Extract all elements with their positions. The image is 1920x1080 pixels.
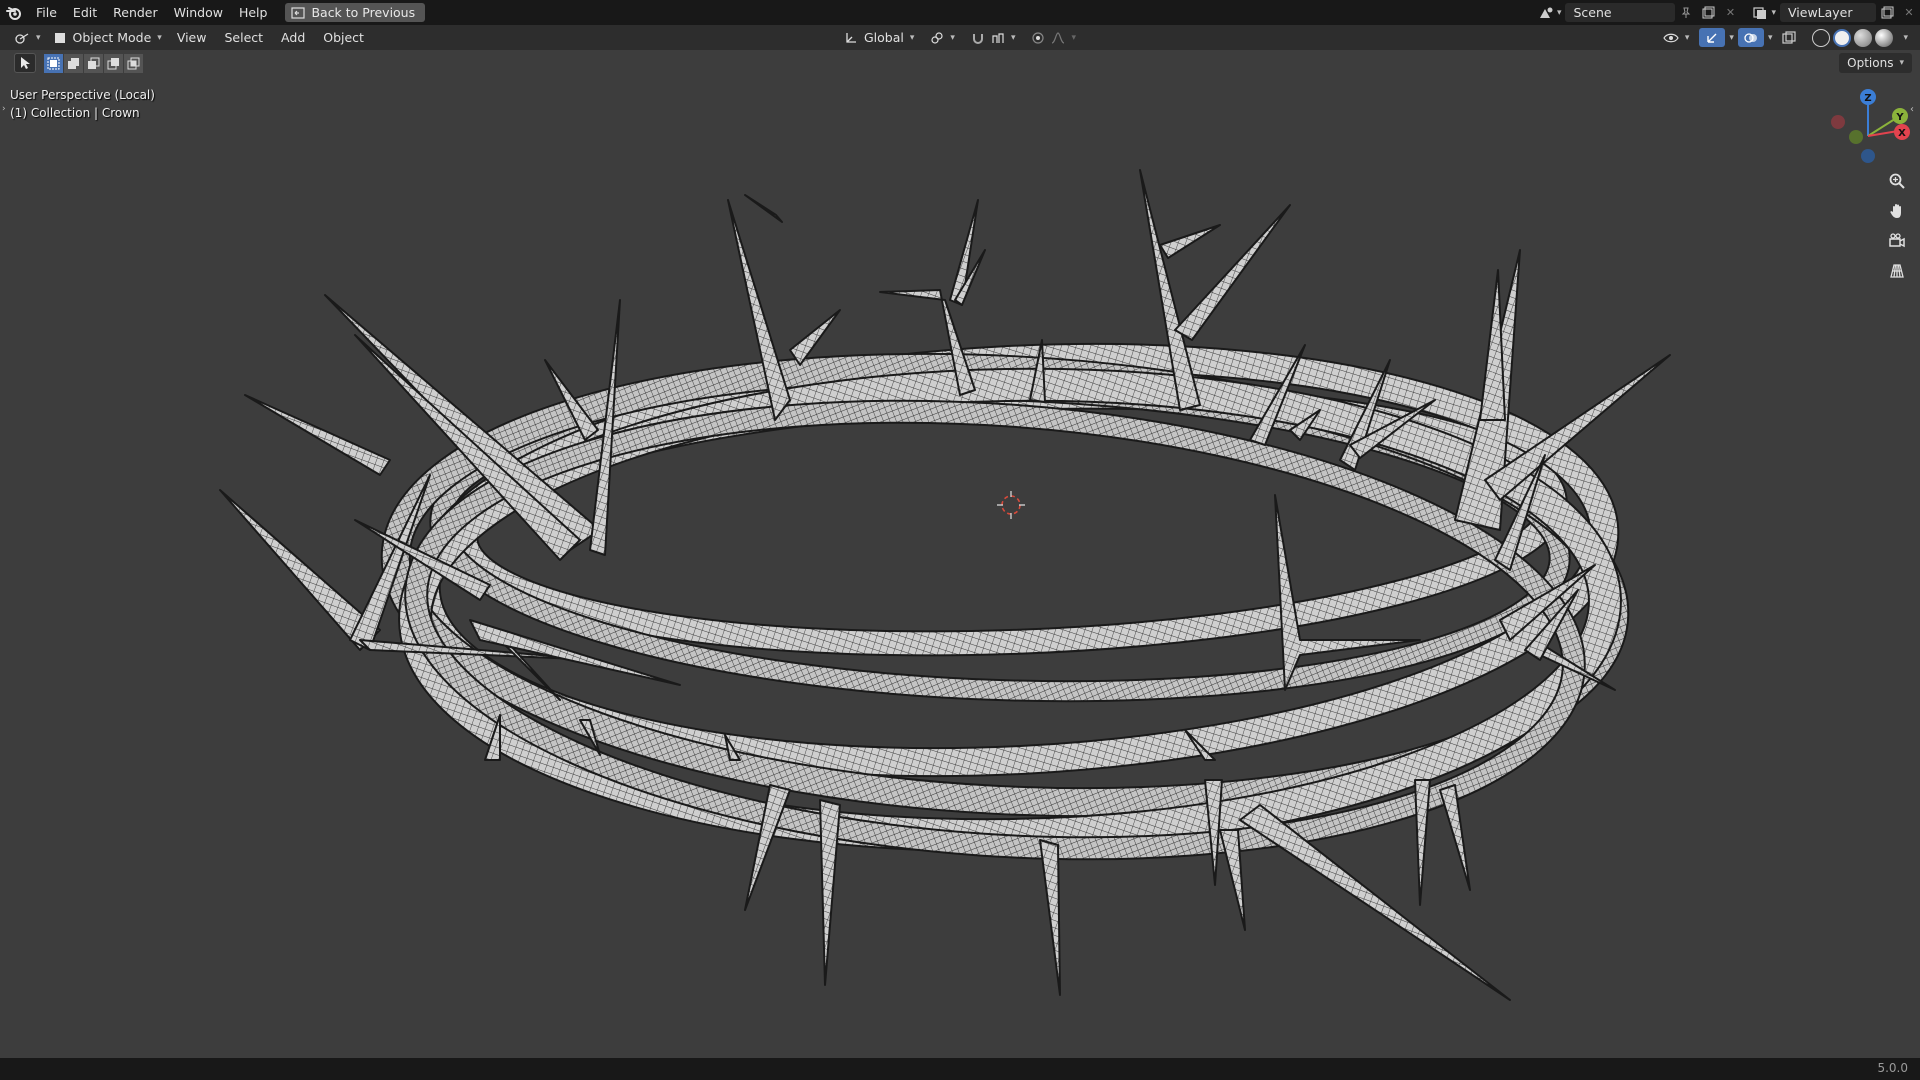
object-mode-icon (54, 32, 65, 43)
selection-mode-group (44, 53, 143, 73)
visibility-dropdown[interactable]: ▾ (1657, 28, 1696, 48)
falloff-curve-icon (1052, 31, 1065, 44)
shading-buttons (1806, 28, 1899, 48)
pivot-point-dropdown[interactable]: ▾ (924, 28, 961, 48)
orientation-axes-icon (846, 32, 856, 43)
wireframe-shading-icon[interactable] (1812, 28, 1831, 47)
delete-scene-icon[interactable]: ✕ (1719, 3, 1741, 22)
overlays-icon (1744, 32, 1757, 43)
pan-view-button[interactable] (1884, 198, 1910, 224)
transform-orientation-dropdown[interactable]: Global ▾ (838, 28, 920, 48)
new-scene-icon[interactable] (1697, 3, 1719, 22)
scene-dropdown-arrow[interactable]: ▾ (1557, 8, 1562, 18)
pivot-icon (931, 31, 944, 44)
select-invert-mode[interactable] (104, 53, 123, 73)
viewport-header: ▾ Object Mode ▾ View Select Add Object G… (0, 25, 1920, 50)
magnet-icon (972, 33, 983, 44)
3d-viewport-icon (15, 32, 29, 44)
version-label: 5.0.0 (1877, 1061, 1908, 1075)
select-new-mode[interactable] (44, 53, 63, 73)
crown-mesh-viewport[interactable] (0, 76, 1920, 1060)
rendered-shading-icon[interactable] (1875, 28, 1894, 47)
top-right-area: ▾ Scene ✕ ▾ ViewLayer ✕ (1535, 0, 1920, 25)
menu-edit[interactable]: Edit (65, 0, 105, 25)
options-dropdown[interactable]: Options ▾ (1839, 53, 1912, 73)
viewport-right-controls: ▾ ▾ ▾ ▾ (1657, 25, 1908, 50)
proportional-edit-toggle[interactable]: ▾ (1025, 28, 1082, 48)
back-to-previous-label: Back to Previous (311, 5, 416, 20)
zoom-magnifier-icon (1889, 173, 1905, 189)
xray-toggle[interactable] (1776, 28, 1802, 48)
new-viewlayer-icon[interactable] (1876, 3, 1898, 22)
top-menu-bar: File Edit Render Window Help Back to Pre… (0, 0, 1920, 25)
snap-toggle[interactable]: ▾ (965, 28, 1022, 48)
object-mode-dropdown[interactable]: Object Mode ▾ (47, 28, 168, 48)
viewport-menu-select[interactable]: Select (215, 30, 272, 45)
back-to-previous-button[interactable]: Back to Previous (285, 3, 426, 22)
gizmo-icon (1707, 33, 1717, 43)
menu-window[interactable]: Window (166, 0, 231, 25)
gizmo-toggle[interactable] (1699, 28, 1726, 47)
grid-perspective-icon (1890, 264, 1904, 278)
scene-name-label: Scene (1573, 5, 1612, 20)
select-intersect-mode[interactable] (124, 53, 143, 73)
options-label: Options (1847, 56, 1894, 70)
overlays-toggle[interactable] (1737, 28, 1764, 47)
navigation-gizmo[interactable]: Z Y X (1824, 86, 1914, 166)
solid-shading-icon[interactable] (1833, 28, 1852, 47)
blender-logo-icon[interactable] (0, 0, 28, 25)
editor-type-button[interactable]: ▾ (8, 28, 47, 48)
scene-type-icon[interactable] (1535, 3, 1557, 22)
menu-render[interactable]: Render (105, 0, 166, 25)
viewlayer-name-label: ViewLayer (1788, 5, 1853, 20)
camera-view-button[interactable] (1884, 228, 1910, 254)
select-extend-icon (68, 57, 79, 69)
hand-pan-icon (1890, 204, 1901, 218)
material-shading-icon[interactable] (1854, 28, 1873, 47)
axis-neg-x-icon[interactable] (1831, 115, 1845, 129)
menu-file[interactable]: File (28, 0, 65, 25)
cursor-arrow-icon (21, 57, 30, 69)
snap-increment-icon (992, 32, 1004, 43)
tool-settings-row: Options ▾ (0, 50, 1920, 76)
axis-neg-z-icon[interactable] (1861, 149, 1875, 163)
axis-y-label: Y (1895, 112, 1904, 123)
select-intersect-icon (127, 57, 140, 69)
viewport-menu-add[interactable]: Add (272, 30, 314, 45)
transform-controls: Global ▾ ▾ ▾ ▾ (838, 25, 1082, 50)
select-extend-mode[interactable] (64, 53, 83, 73)
xray-icon (1782, 30, 1797, 44)
camera-icon (1889, 233, 1905, 248)
viewport-menu-view[interactable]: View (168, 30, 216, 45)
select-subtract-icon (88, 57, 100, 69)
viewlayer-dropdown-arrow[interactable]: ▾ (1771, 8, 1776, 18)
overlays-dropdown-arrow[interactable]: ▾ (1768, 33, 1773, 43)
select-invert-icon (107, 57, 119, 69)
eye-selectability-icon (1663, 33, 1679, 42)
ortho-toggle-button[interactable] (1884, 258, 1910, 284)
viewlayer-type-icon[interactable] (1749, 3, 1771, 22)
axis-neg-y-icon[interactable] (1849, 130, 1863, 144)
shading-dropdown-arrow[interactable]: ▾ (1903, 33, 1908, 43)
menu-help[interactable]: Help (231, 0, 276, 25)
viewport-menu-object[interactable]: Object (314, 30, 373, 45)
axis-z-label: Z (1864, 93, 1871, 104)
back-screen-icon (291, 6, 306, 19)
scene-name-field[interactable]: Scene (1565, 3, 1676, 22)
delete-viewlayer-icon[interactable]: ✕ (1898, 3, 1920, 22)
status-bar: 5.0.0 (0, 1058, 1920, 1080)
gizmo-dropdown-arrow[interactable]: ▾ (1729, 33, 1734, 43)
select-tool-button[interactable] (14, 53, 36, 73)
proportional-edit-icon (1032, 31, 1045, 44)
select-new-icon (47, 57, 60, 69)
select-subtract-mode[interactable] (84, 53, 103, 73)
viewlayer-name-field[interactable]: ViewLayer (1780, 3, 1876, 22)
zoom-view-button[interactable] (1884, 168, 1910, 194)
pin-icon[interactable] (1675, 3, 1697, 22)
transform-orientation-label: Global (864, 30, 904, 45)
3d-cursor-icon[interactable] (997, 491, 1025, 519)
axis-x-label: X (1898, 128, 1906, 139)
object-mode-label: Object Mode (72, 30, 152, 45)
